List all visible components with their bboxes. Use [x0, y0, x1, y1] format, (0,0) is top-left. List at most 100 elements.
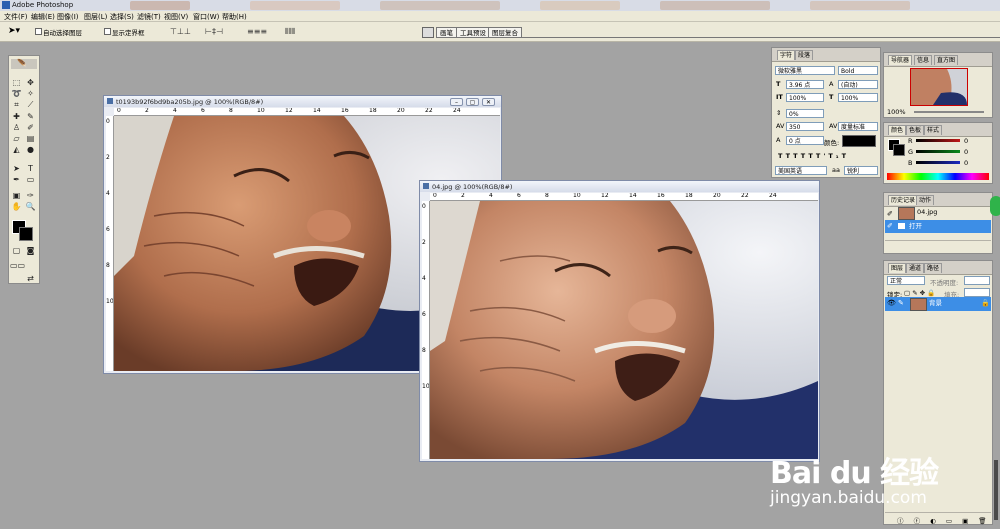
- language-select[interactable]: 美国英语: [775, 166, 827, 175]
- show-bounds-checkbox[interactable]: [104, 28, 111, 35]
- anti-alias-select[interactable]: 锐利: [844, 166, 878, 175]
- menu-edit[interactable]: 编辑(E): [31, 12, 55, 22]
- quickmask-on-icon[interactable]: ◙: [24, 246, 37, 256]
- horizontal-scale-field[interactable]: 100%: [838, 93, 878, 102]
- channel-r-value[interactable]: 0: [964, 137, 968, 145]
- layer-footer-icons[interactable]: ⓛ ⓕ ◐ ▭ ▣ 🗑: [897, 515, 991, 525]
- close-button[interactable]: ✕: [482, 98, 495, 106]
- history-snapshot-row[interactable]: ✐ 04.jpg: [885, 206, 991, 220]
- lasso-tool-icon[interactable]: ➰: [10, 89, 23, 99]
- menu-window[interactable]: 窗口(W): [193, 12, 219, 22]
- floating-badge[interactable]: [990, 196, 1000, 216]
- channel-r-slider[interactable]: [916, 139, 960, 142]
- tab-info[interactable]: 信息: [914, 55, 933, 65]
- tab-color[interactable]: 颜色: [888, 125, 907, 135]
- shape-tool-icon[interactable]: ▭: [24, 175, 37, 185]
- menu-file[interactable]: 文件(F): [4, 12, 28, 22]
- history-brush-icon[interactable]: ✐: [887, 220, 893, 233]
- path-select-icon[interactable]: ➤: [10, 164, 23, 174]
- distribute-icon[interactable]: ≡≡≡: [247, 27, 267, 36]
- move-tool-icon[interactable]: ✥: [24, 78, 37, 88]
- eye-icon[interactable]: 👁: [887, 297, 896, 310]
- minimize-button[interactable]: –: [450, 98, 463, 106]
- palette-well-icon[interactable]: [422, 27, 434, 38]
- menu-layer[interactable]: 图层(L): [84, 12, 107, 22]
- baseline-shift-field[interactable]: 0 点: [786, 136, 824, 145]
- marquee-tool-icon[interactable]: ⬚: [10, 78, 23, 88]
- zoom-slider[interactable]: [914, 111, 984, 113]
- menu-view[interactable]: 视图(V): [164, 12, 188, 22]
- zoom-tool-icon[interactable]: 🔍: [24, 202, 37, 212]
- text-style-buttons[interactable]: TTTTTT'T₁T: [778, 152, 849, 160]
- menu-image[interactable]: 图像(I): [57, 12, 79, 22]
- align-top-icon[interactable]: ⊤⊥⊥: [170, 27, 191, 36]
- crop-tool-icon[interactable]: ⌗: [10, 100, 23, 110]
- pen-tool-icon[interactable]: ✒: [10, 175, 23, 185]
- channel-g-value[interactable]: 0: [964, 148, 968, 156]
- tab-character[interactable]: 字符: [777, 50, 796, 60]
- well-tab-brushes[interactable]: 画笔: [436, 27, 457, 38]
- brush-tool-icon[interactable]: ✎: [24, 112, 37, 122]
- font-style-select[interactable]: Bold: [838, 66, 878, 75]
- document-window-result[interactable]: 04.jpg @ 100%(RGB/8#) 0 2 4 6 8 10 12 14…: [419, 180, 820, 462]
- tab-history[interactable]: 历史记录: [888, 195, 919, 205]
- screen-mode-icon[interactable]: ▭▭: [10, 261, 25, 271]
- history-state-row[interactable]: ✐ 打开: [885, 220, 991, 233]
- tab-channels[interactable]: 通道: [906, 263, 925, 273]
- well-tab-layer-comps[interactable]: 图层复合: [488, 27, 522, 38]
- canvas-photo-result[interactable]: [430, 201, 818, 459]
- distribute-h-icon[interactable]: ⫴⫴⫴: [285, 27, 295, 37]
- tab-navigator[interactable]: 导航器: [888, 55, 913, 65]
- font-family-select[interactable]: 微软雅黑: [775, 66, 835, 75]
- vertical-scale-field[interactable]: 100%: [786, 93, 824, 102]
- tab-styles[interactable]: 样式: [924, 125, 943, 135]
- navigator-thumbnail[interactable]: [910, 68, 968, 106]
- notes-tool-icon[interactable]: ▣: [10, 191, 23, 201]
- vertical-scrollbar[interactable]: [994, 460, 998, 520]
- channel-b-value[interactable]: 0: [964, 159, 968, 167]
- quickmask-off-icon[interactable]: ▢: [10, 246, 23, 256]
- dodge-tool-icon[interactable]: ●: [24, 145, 37, 155]
- fill-field[interactable]: [964, 288, 990, 297]
- opacity-field[interactable]: [964, 276, 990, 285]
- font-size-field[interactable]: 3.96 点: [786, 80, 824, 89]
- tracking-field[interactable]: 350: [786, 122, 824, 131]
- navigator-zoom[interactable]: 100%: [887, 108, 906, 116]
- menu-help[interactable]: 帮助(H): [222, 12, 247, 22]
- move-tool-icon[interactable]: ➤▾: [8, 26, 20, 36]
- history-brush-icon[interactable]: ✐: [24, 123, 37, 133]
- tab-histogram[interactable]: 直方图: [934, 55, 959, 65]
- auto-select-checkbox[interactable]: [35, 28, 42, 35]
- channel-b-slider[interactable]: [916, 161, 960, 164]
- leading-field[interactable]: (自动): [838, 80, 878, 89]
- background-color-swatch[interactable]: [893, 144, 905, 156]
- text-color-swatch[interactable]: [842, 135, 876, 147]
- document-title-bar[interactable]: t0193b92f6bd9ba205b.jpg @ 100%(RGB/8#) –…: [104, 96, 501, 107]
- tab-swatches[interactable]: 色板: [906, 125, 925, 135]
- tab-layers[interactable]: 图层: [888, 263, 907, 273]
- layer-row-background[interactable]: 👁 ✎ 背景 🔒: [885, 297, 991, 311]
- document-title-bar[interactable]: 04.jpg @ 100%(RGB/8#): [420, 181, 819, 192]
- color-spectrum-bar[interactable]: [887, 173, 989, 180]
- healing-tool-icon[interactable]: ✚: [10, 112, 23, 122]
- channel-g-slider[interactable]: [916, 150, 960, 153]
- magic-wand-icon[interactable]: ✧: [24, 89, 37, 99]
- tab-paragraph[interactable]: 段落: [795, 50, 814, 60]
- baseline-scale-field[interactable]: 0%: [786, 109, 824, 118]
- slice-tool-icon[interactable]: ⟋: [24, 100, 37, 110]
- type-tool-icon[interactable]: T: [24, 164, 37, 174]
- well-tab-tool-presets[interactable]: 工具预设: [456, 27, 490, 38]
- blend-mode-select[interactable]: 正常: [887, 276, 925, 285]
- eyedropper-icon[interactable]: ✑: [24, 191, 37, 201]
- stamp-tool-icon[interactable]: ♙: [10, 123, 23, 133]
- eraser-tool-icon[interactable]: ▱: [10, 134, 23, 144]
- menu-filter[interactable]: 滤镜(T): [137, 12, 161, 22]
- tab-actions[interactable]: 动作: [916, 195, 935, 205]
- background-color-swatch[interactable]: [19, 227, 33, 241]
- tab-paths[interactable]: 路径: [924, 263, 943, 273]
- blur-tool-icon[interactable]: ◭: [10, 145, 23, 155]
- gradient-tool-icon[interactable]: ▤: [24, 134, 37, 144]
- menu-select[interactable]: 选择(S): [110, 12, 134, 22]
- align-left-icon[interactable]: ⊢‡⊣: [205, 27, 223, 36]
- maximize-button[interactable]: ▢: [466, 98, 479, 106]
